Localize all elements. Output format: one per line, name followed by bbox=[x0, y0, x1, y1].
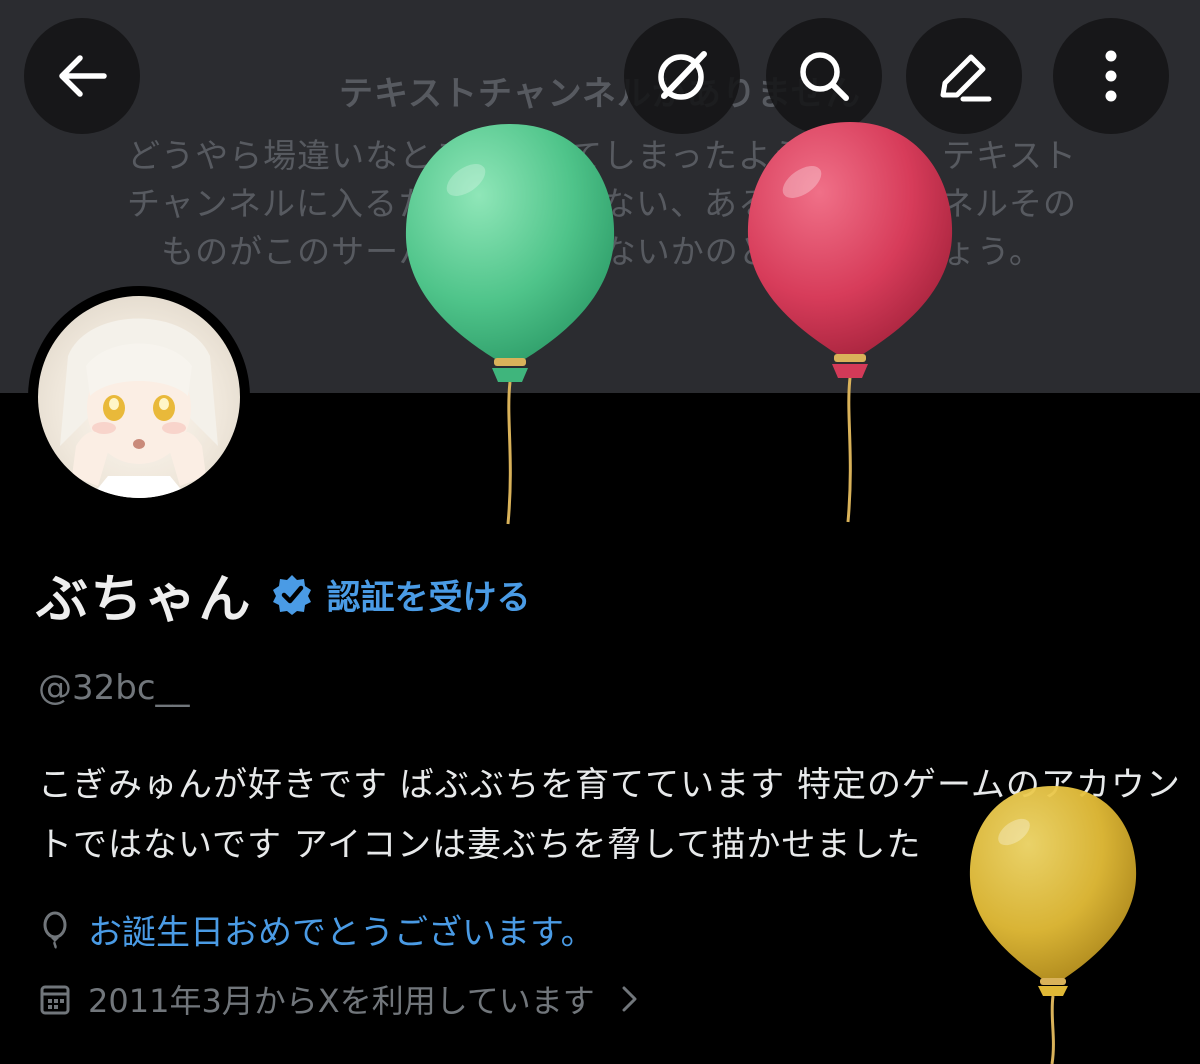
user-handle: @32bc__ bbox=[38, 668, 190, 708]
more-vertical-icon bbox=[1105, 50, 1117, 102]
avatar-image bbox=[38, 296, 240, 498]
grok-button[interactable] bbox=[624, 18, 740, 134]
red-balloon-icon bbox=[747, 122, 953, 523]
green-balloon-icon bbox=[405, 124, 615, 525]
edit-button[interactable] bbox=[906, 18, 1022, 134]
balloon-icon bbox=[43, 911, 67, 949]
yellow-balloon-icon bbox=[969, 786, 1137, 1064]
more-button[interactable] bbox=[1053, 18, 1169, 134]
chevron-right-icon bbox=[622, 986, 637, 1012]
joined-row[interactable]: 2011年3月からXを利用しています bbox=[38, 976, 641, 1022]
pencil-icon bbox=[940, 54, 992, 102]
calendar-icon bbox=[40, 985, 70, 1015]
birthday-row: お誕生日おめでとうございます。 bbox=[38, 905, 595, 954]
search-button[interactable] bbox=[766, 18, 882, 134]
get-verified-link[interactable]: 認証を受ける bbox=[327, 570, 531, 619]
avatar[interactable] bbox=[28, 286, 250, 508]
back-button[interactable] bbox=[24, 18, 140, 134]
name-row: ぶちゃん 認証を受ける bbox=[36, 562, 531, 630]
joined-date: 2011年3月からXを利用しています bbox=[88, 982, 595, 1020]
display-name: ぶちゃん bbox=[36, 569, 253, 630]
search-icon bbox=[800, 52, 849, 101]
arrow-left-icon bbox=[59, 55, 107, 97]
verified-badge-icon bbox=[272, 575, 311, 615]
birthday-text[interactable]: お誕生日おめでとうございます。 bbox=[88, 905, 595, 954]
grok-icon bbox=[658, 51, 707, 100]
